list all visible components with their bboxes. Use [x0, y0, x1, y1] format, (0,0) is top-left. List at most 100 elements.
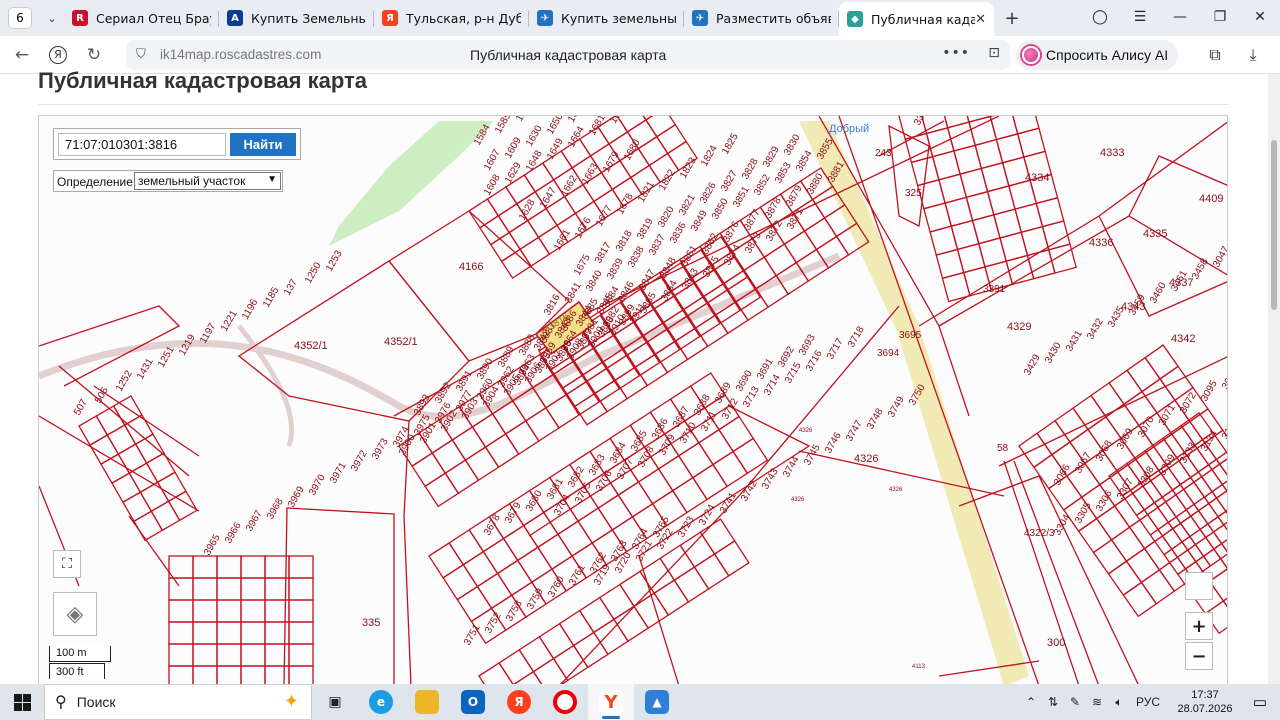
parcel-number[interactable]: 1431	[135, 356, 156, 381]
restore-button[interactable]: ❐	[1200, 9, 1240, 25]
parcel-plot[interactable]	[216, 555, 242, 579]
parcel-plot[interactable]	[168, 643, 194, 667]
parcel-plot[interactable]	[484, 433, 520, 469]
minimize-button[interactable]: —	[1160, 9, 1200, 25]
parcel-number[interactable]: 3332	[912, 116, 933, 128]
parcel-number[interactable]: 3821	[677, 192, 698, 217]
parcel-plot[interactable]	[655, 123, 688, 155]
parcel-plot[interactable]	[106, 424, 137, 455]
parcel-number[interactable]: 1196	[240, 297, 260, 322]
parcel-plot[interactable]	[585, 367, 621, 403]
parcel-plot[interactable]	[498, 648, 535, 685]
parcel-plot[interactable]	[597, 494, 634, 531]
parcel-plot[interactable]	[456, 585, 493, 623]
parcel-plot[interactable]	[192, 555, 218, 579]
parcel-plot[interactable]	[264, 643, 290, 667]
edge-app[interactable]: e	[358, 684, 404, 720]
parcel-plot[interactable]	[674, 327, 709, 361]
parcel-number[interactable]: 1821	[636, 179, 657, 204]
ask-alice-button[interactable]: Спросить Алису AI	[1016, 40, 1178, 70]
parcel-plot[interactable]	[1167, 508, 1202, 543]
parcel-plot[interactable]	[594, 379, 629, 413]
parcel-label[interactable]: 4166	[459, 261, 483, 273]
parcel-plot[interactable]	[168, 555, 194, 579]
parcel-number[interactable]: 1609	[503, 135, 524, 160]
parcel-number[interactable]: 3969	[286, 484, 307, 509]
url-text[interactable]: ik14map.roscadastres.com	[160, 47, 321, 62]
parcel-plot[interactable]	[1163, 541, 1197, 576]
parcel-plot[interactable]	[522, 511, 559, 549]
parcel-plot[interactable]	[694, 313, 729, 348]
page-scrollbar[interactable]	[1268, 74, 1280, 684]
parcel-number[interactable]: 3072	[1178, 390, 1199, 415]
parcel-plot[interactable]	[657, 454, 694, 492]
notifications-icon[interactable]: ▭	[1240, 693, 1280, 711]
address-field[interactable]: ⛉ ik14map.roscadastres.com Публичная кад…	[126, 40, 1010, 70]
parcel-label[interactable]: 335	[362, 617, 380, 629]
scrollbar-thumb[interactable]	[1271, 140, 1277, 310]
parcel-plot[interactable]	[1072, 394, 1107, 431]
parcel-plot[interactable]	[117, 443, 148, 475]
parcel-number[interactable]: 137	[282, 277, 300, 297]
parcel-plot[interactable]	[677, 441, 714, 479]
parcel-number[interactable]: 1675	[572, 252, 593, 277]
parcel-plot[interactable]	[240, 643, 266, 667]
definition-select[interactable]: земельный участок ▼	[134, 172, 281, 190]
parcel-plot[interactable]	[216, 665, 242, 685]
parcel-number[interactable]: 1608	[482, 172, 503, 197]
parcel-number[interactable]: 3430	[1043, 340, 1064, 365]
parcel-plot[interactable]	[712, 450, 749, 488]
parcel-plot[interactable]	[240, 599, 266, 623]
parcel-plot[interactable]	[671, 476, 708, 514]
parcel-plot[interactable]	[192, 599, 218, 623]
bookmark-icon[interactable]: ⊡	[988, 45, 1000, 61]
parcel-plot[interactable]	[411, 452, 447, 488]
taskbar-search[interactable]: ⚲ Поиск ✦	[44, 684, 312, 720]
parcel-number[interactable]: 3717	[825, 336, 846, 361]
parcel-plot[interactable]	[697, 428, 735, 466]
browser-tab[interactable]: R Сериал Отец Браун	[64, 3, 219, 33]
parcel-number[interactable]: 1649	[545, 136, 566, 161]
parcel-number[interactable]: 3838	[626, 244, 647, 269]
parcel-plot[interactable]	[451, 426, 487, 462]
network-icon[interactable]: ⇅	[1042, 695, 1064, 709]
parcel-number[interactable]: 3968	[265, 496, 286, 521]
parcel-number[interactable]: 1681	[587, 116, 608, 138]
parcel-number[interactable]: 3096	[1220, 366, 1228, 391]
parcel-plot[interactable]	[545, 393, 581, 429]
parcel-plot[interactable]	[464, 446, 500, 482]
parcel-number[interactable]: 3966	[223, 520, 244, 545]
parcel-plot[interactable]	[504, 420, 540, 455]
parcel-number[interactable]: 1825	[720, 131, 741, 156]
parcel-plot[interactable]	[288, 555, 314, 579]
parcel-label[interactable]: 4113	[912, 664, 926, 670]
parcel-plot[interactable]	[288, 665, 314, 685]
parcel-number[interactable]: 1185	[261, 285, 281, 310]
parcel-plot[interactable]	[476, 572, 513, 610]
parcel-plot[interactable]	[1222, 587, 1228, 622]
parcel-label[interactable]: 300	[1047, 637, 1065, 649]
parcel-plot[interactable]	[216, 621, 242, 645]
zoom-in-button[interactable]: +	[1185, 612, 1213, 640]
parcel-number[interactable]: 3746	[823, 430, 844, 455]
parcel-number[interactable]: 3965	[202, 532, 223, 557]
start-button[interactable]	[0, 684, 44, 720]
parcel-number[interactable]: 3852	[752, 172, 773, 197]
parcel-plot[interactable]	[288, 599, 314, 623]
parcel-number[interactable]: 3841	[563, 280, 584, 305]
parcel-plot[interactable]	[718, 415, 755, 453]
parcel-number[interactable]: 1629	[503, 160, 524, 185]
parcel-label[interactable]: 4326	[791, 497, 805, 503]
find-button[interactable]: Найти	[230, 133, 296, 156]
parcel-number[interactable]: 3747	[844, 418, 865, 443]
parcel-number[interactable]: 3839	[605, 256, 626, 281]
parcel-number[interactable]: 1662	[559, 173, 580, 198]
parcel-plot[interactable]	[1217, 503, 1228, 538]
parcel-number[interactable]: 3861	[679, 243, 700, 268]
parcel-number[interactable]: 3828	[740, 156, 761, 181]
wifi-icon[interactable]: ≋	[1086, 695, 1108, 709]
parcel-plot[interactable]	[598, 583, 635, 621]
parcel-plot[interactable]	[192, 621, 218, 645]
parcel-plot[interactable]	[574, 392, 608, 426]
browser-tab[interactable]: Я Тульская, р-н Дубе	[374, 3, 529, 33]
